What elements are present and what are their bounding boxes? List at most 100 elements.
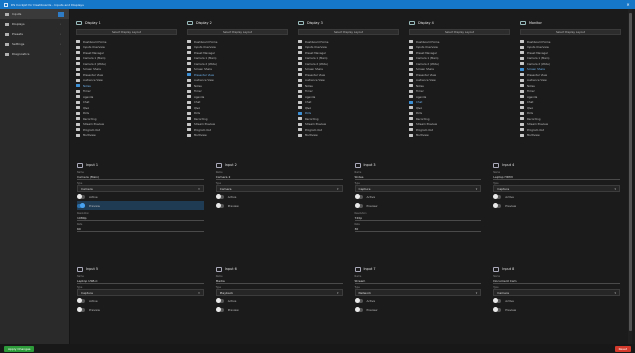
type-select[interactable]: Playback ▾ [215, 289, 343, 296]
type-field: Type Camera ▾ [493, 286, 620, 296]
layout-list-item[interactable]: Multiview [520, 133, 621, 139]
rate-input[interactable]: 30 [354, 226, 482, 232]
layout-label: Audience View [194, 78, 214, 83]
chevron-down-icon: ▾ [614, 290, 616, 295]
active-toggle[interactable] [493, 298, 502, 303]
close-icon[interactable]: ✕ [625, 2, 631, 8]
type-select-value: Camera [497, 290, 510, 295]
preview-toggle[interactable] [493, 307, 502, 312]
toggle-label: Preview [505, 307, 517, 312]
input-title: Input 7 [363, 267, 376, 271]
layout-icon [520, 100, 524, 104]
display-layout-select[interactable]: Select Display Layout [409, 29, 510, 35]
layout-icon [520, 128, 524, 132]
active-toggle[interactable] [77, 298, 85, 303]
layout-list-item[interactable]: Multiview [298, 133, 399, 139]
display-layout-select[interactable]: Select Display Layout [187, 29, 288, 35]
reset-button[interactable]: Reset [614, 345, 631, 352]
layout-list-item[interactable]: Multiview [76, 133, 177, 139]
layout-icon [409, 128, 413, 132]
name-field: Name Stream [354, 275, 482, 284]
sidebar-item-inputs[interactable]: Inputs [0, 9, 69, 19]
layout-icon [187, 51, 191, 55]
apply-changes-button[interactable]: Apply Changes [4, 345, 35, 352]
rate-input[interactable]: 60 [77, 226, 204, 232]
type-select[interactable]: Capture ▾ [354, 185, 482, 192]
active-toggle[interactable] [77, 194, 85, 199]
layout-list-item[interactable]: Multiview [187, 133, 288, 139]
layout-label: Timer [194, 89, 202, 94]
active-toggle[interactable] [354, 194, 363, 199]
sidebar-item-diagnostics[interactable]: Diagnostics › [0, 49, 69, 59]
layout-label: Inputs Overview [83, 45, 105, 50]
type-select[interactable]: Capture ▾ [493, 185, 620, 192]
layout-icon [520, 56, 524, 60]
vertical-scrollbar[interactable] [628, 9, 632, 344]
active-toggle[interactable] [493, 194, 502, 199]
name-input[interactable]: Camera (Main) [77, 174, 204, 180]
active-toggle[interactable] [354, 298, 363, 303]
preview-toggle[interactable] [215, 203, 224, 208]
active-toggle-row: Active [493, 192, 620, 201]
layout-icon [76, 111, 80, 115]
preview-toggle[interactable] [493, 203, 502, 208]
layout-label: Dashboard Home [416, 39, 440, 44]
layout-label: Q&A [83, 105, 90, 110]
type-select[interactable]: Camera ▾ [215, 185, 343, 192]
type-select[interactable]: Camera ▾ [493, 289, 620, 296]
input-card: Input 7 Name Stream Type Network ▾ Active Previ… [349, 265, 488, 314]
layout-icon [409, 117, 413, 121]
sidebar-item-settings[interactable]: Settings › [0, 39, 69, 49]
layout-icon [409, 111, 413, 115]
name-input[interactable]: Laptop HDMI [493, 174, 620, 180]
layout-label: Presenter View [194, 72, 215, 77]
layout-icon [187, 89, 191, 93]
toggle-label: Preview [366, 203, 378, 208]
layout-icon [298, 100, 302, 104]
layout-label: Chat [83, 100, 90, 105]
type-select[interactable]: Network ▾ [354, 289, 482, 296]
layout-icon [76, 56, 80, 60]
active-toggle[interactable] [215, 298, 224, 303]
name-input[interactable]: Document Cam [493, 278, 620, 284]
sidebar-item-presets[interactable]: Presets › [0, 29, 69, 39]
scrollbar-thumb[interactable] [628, 13, 632, 331]
layout-icon [76, 84, 80, 88]
display-layout-select[interactable]: Select Display Layout [520, 29, 621, 35]
resolution-input[interactable]: 1080p [77, 215, 204, 221]
sidebar: Inputs Displays › Presets › Settings › Diagnost… [0, 9, 70, 344]
name-input[interactable]: Camera 2 [215, 174, 343, 180]
preview-toggle[interactable] [77, 203, 85, 208]
layout-label: Dashboard Home [83, 39, 107, 44]
sidebar-item-displays[interactable]: Displays › [0, 19, 69, 29]
name-field: Name Laptop HDMI [493, 171, 620, 180]
layout-icon [76, 45, 80, 49]
preview-toggle[interactable] [354, 307, 363, 312]
layout-label: Inputs Overview [416, 45, 438, 50]
display-title: Display 4 [418, 20, 434, 25]
name-input[interactable]: Laptop USB-C [77, 278, 204, 284]
name-input[interactable]: Slides [354, 174, 482, 180]
chevron-down-icon: ▾ [475, 290, 478, 295]
layout-label: Camera 1 (Main) [305, 56, 328, 61]
preview-toggle[interactable] [354, 203, 363, 208]
resolution-input[interactable]: 720p [354, 215, 482, 221]
display-layout-select[interactable]: Select Display Layout [76, 29, 177, 35]
layout-list-item[interactable]: Multiview [409, 133, 510, 139]
layout-label: Preset Manager [83, 50, 105, 55]
input-header: Input 8 [493, 265, 620, 273]
layout-icon [520, 73, 524, 77]
name-input[interactable]: Media [215, 278, 343, 284]
type-select-value: Capture [358, 186, 371, 191]
active-indicator-icon [58, 11, 64, 17]
active-toggle[interactable] [215, 194, 224, 199]
name-input[interactable]: Stream [354, 278, 482, 284]
type-select[interactable]: Capture ▾ [77, 289, 204, 296]
layout-icon [409, 95, 413, 99]
preview-toggle[interactable] [77, 307, 85, 312]
input-card: Input 6 Name Media Type Playback ▾ Active Previ… [210, 265, 349, 314]
layout-icon [187, 95, 191, 99]
display-layout-select[interactable]: Select Display Layout [298, 29, 399, 35]
preview-toggle[interactable] [215, 307, 224, 312]
type-select[interactable]: Camera ▾ [77, 185, 204, 192]
